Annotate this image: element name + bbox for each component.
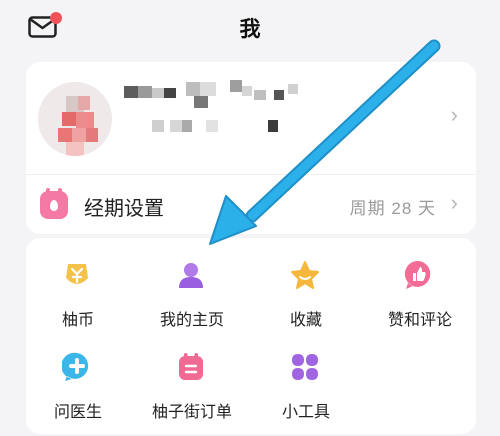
- grid-item-label: 小工具: [281, 404, 330, 421]
- profile-card: › 经期设置 周期 28 天 ›: [26, 62, 476, 234]
- star-icon: [291, 261, 319, 289]
- profile-row[interactable]: ›: [26, 62, 476, 174]
- grid-item-label: 赞和评论: [387, 312, 452, 329]
- grid-item-label: 柚子街订单: [151, 404, 232, 421]
- page-title: 我: [239, 18, 261, 41]
- top-bar: 我: [0, 0, 500, 52]
- grid-item-tools[interactable]: 小工具: [256, 334, 356, 426]
- feature-grid: 柚币 我的主页 收藏 赞和评论 问医生 柚子街订单 小工具: [26, 238, 476, 434]
- divider: [26, 174, 476, 175]
- order-icon: [179, 353, 203, 380]
- grid-item-my-homepage[interactable]: 我的主页: [142, 242, 242, 334]
- grid-item-label: 柚币: [61, 312, 94, 329]
- period-settings-row[interactable]: 经期设置 周期 28 天 ›: [26, 176, 476, 234]
- grid-item-label: 收藏: [289, 312, 322, 329]
- tools-icon: [292, 354, 318, 380]
- grid-item-orders[interactable]: 柚子街订单: [142, 334, 242, 426]
- user-icon: [179, 263, 203, 288]
- grid-item-likes-comments[interactable]: 赞和评论: [370, 242, 470, 334]
- grid-item-label: 我的主页: [159, 312, 224, 329]
- avatar: [38, 82, 112, 156]
- profile-chevron-icon: ›: [450, 102, 458, 127]
- calendar-drop-icon: [40, 188, 68, 219]
- period-cycle-value: 周期 28 天: [349, 199, 436, 218]
- period-settings-label: 经期设置: [84, 198, 164, 220]
- coin-icon: [66, 264, 88, 284]
- thumbs-up-icon: [404, 260, 431, 289]
- period-chevron-icon: ›: [450, 190, 458, 215]
- medical-cross-icon: [62, 352, 89, 381]
- grid-item-favorites[interactable]: 收藏: [256, 242, 356, 334]
- grid-item-coins[interactable]: 柚币: [28, 242, 128, 334]
- grid-item-label: 问医生: [53, 404, 102, 421]
- blurred-username: [124, 80, 334, 160]
- grid-item-ask-doctor[interactable]: 问医生: [28, 334, 128, 426]
